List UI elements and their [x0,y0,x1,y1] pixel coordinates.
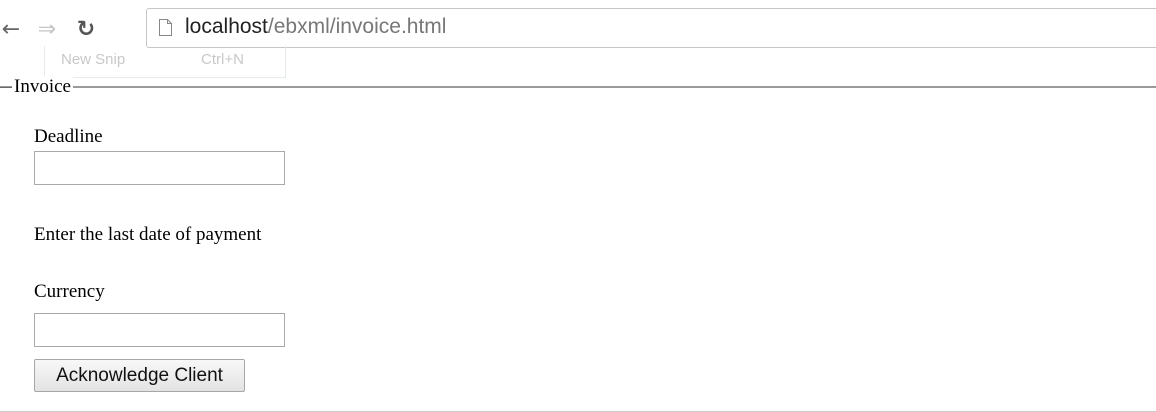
url-path: /ebxml/invoice.html [267,15,447,38]
deadline-input[interactable] [34,151,285,185]
currency-input[interactable] [34,313,285,347]
deadline-label: Deadline [34,126,103,147]
page-icon [159,19,172,36]
snip-overlay: New Snip Ctrl+N [44,46,286,78]
fieldset-border-left [0,87,12,88]
address-bar[interactable]: localhost/ebxml/invoice.html [146,8,1156,48]
deadline-hint: Enter the last date of payment [34,224,262,245]
currency-label: Currency [34,281,105,302]
forward-arrow-icon[interactable]: ⇒ [36,16,58,44]
reload-icon[interactable]: ↻ [72,16,100,44]
url-text: localhost/ebxml/invoice.html [185,15,446,39]
url-host: localhost [185,15,268,38]
shortcut-label: Ctrl+N [201,51,244,68]
acknowledge-client-button[interactable]: Acknowledge Client [34,359,245,392]
fieldset-legend: Invoice [12,76,73,98]
new-snip-label: New Snip [61,51,126,68]
back-arrow-icon[interactable]: ← [0,16,22,44]
